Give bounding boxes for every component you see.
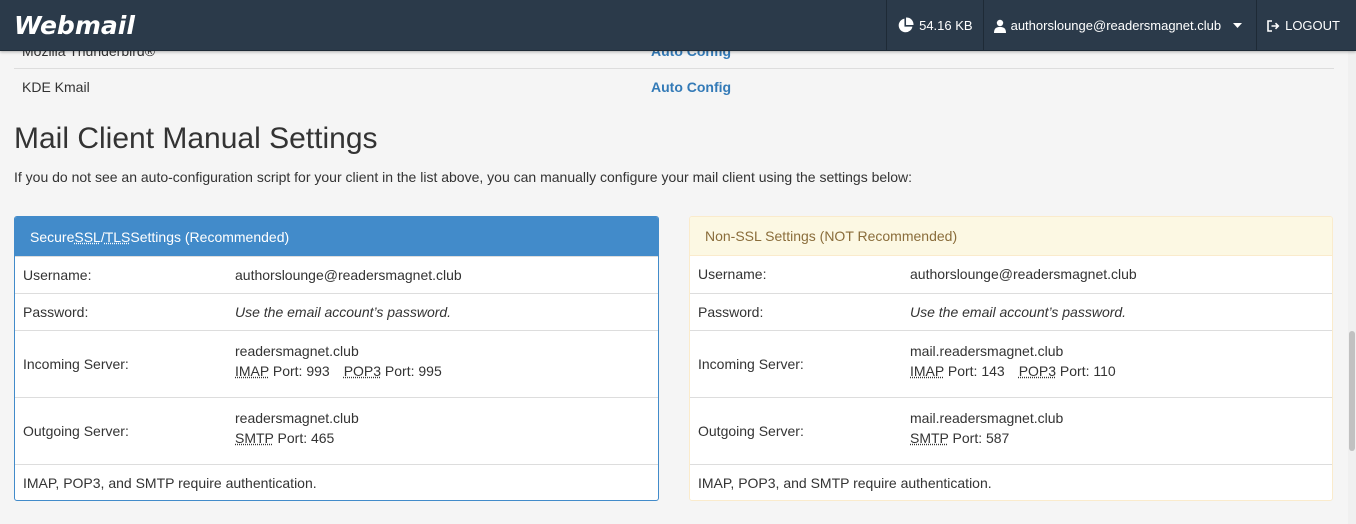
pop3-port: Port: 995 — [381, 363, 442, 379]
outgoing-ports: SMTP Port: 465 — [235, 428, 359, 448]
auth-note-row: IMAP, POP3, and SMTP require authenticat… — [690, 464, 1332, 500]
page-title: Mail Client Manual Settings — [14, 122, 378, 155]
incoming-host: mail.readersmagnet.club — [910, 343, 1064, 359]
client-row-kmail: KDE Kmail Auto Config — [14, 68, 1334, 105]
password-row: Password: Use the email account’s passwo… — [15, 293, 658, 330]
disk-usage-indicator[interactable]: 54.16 KB — [886, 0, 983, 51]
outgoing-host: readersmagnet.club — [235, 410, 359, 426]
page-description: If you do not see an auto-configuration … — [14, 169, 913, 185]
imap-abbr: IMAP — [910, 363, 944, 379]
username-value: authorslounge@readersmagnet.club — [235, 267, 462, 283]
logout-button[interactable]: LOGOUT — [1256, 0, 1356, 51]
outgoing-label: Outgoing Server: — [698, 423, 804, 439]
smtp-abbr: SMTP — [235, 430, 274, 446]
incoming-value: readersmagnet.club IMAP Port: 993 POP3 Po… — [235, 341, 442, 381]
incoming-host: readersmagnet.club — [235, 343, 359, 359]
non-ssl-settings-panel: Non-SSL Settings (NOT Recommended) Usern… — [689, 216, 1333, 501]
top-navbar: Webmail 54.16 KB authorslounge@readersma… — [0, 0, 1356, 51]
imap-port: Port: 143 — [943, 363, 1005, 379]
logout-label: LOGOUT — [1285, 18, 1340, 33]
incoming-ports: IMAP Port: 993 POP3 Port: 995 — [235, 361, 442, 381]
incoming-value: mail.readersmagnet.club IMAP Port: 143 PO… — [910, 341, 1116, 381]
heading-text-post: Settings (Recommended) — [130, 228, 290, 245]
smtp-port: Port: 465 — [273, 430, 335, 446]
outgoing-label: Outgoing Server: — [23, 423, 129, 439]
incoming-label: Incoming Server: — [23, 356, 129, 372]
disk-usage-value: 54.16 KB — [919, 18, 973, 33]
scrollbar-thumb[interactable] — [1349, 331, 1355, 451]
outgoing-server-row: Outgoing Server: mail.readersmagnet.club… — [690, 397, 1332, 464]
pie-chart-icon — [897, 17, 914, 34]
outgoing-value: readersmagnet.club SMTP Port: 465 — [235, 408, 359, 448]
user-email: authorslounge@readersmagnet.club — [1010, 18, 1222, 33]
username-value: authorslounge@readersmagnet.club — [910, 266, 1137, 282]
outgoing-host: mail.readersmagnet.club — [910, 410, 1064, 426]
outgoing-server-row: Outgoing Server: readersmagnet.club SMTP… — [15, 397, 658, 464]
auto-config-link[interactable]: Auto Config — [651, 79, 731, 95]
incoming-server-row: Incoming Server: mail.readersmagnet.club… — [690, 330, 1332, 397]
pop3-abbr: POP3 — [1018, 363, 1057, 379]
user-icon — [993, 19, 1006, 33]
password-label: Password: — [698, 304, 764, 320]
panel-heading: Non-SSL Settings (NOT Recommended) — [690, 217, 1332, 256]
password-label: Password: — [23, 304, 89, 320]
smtp-port: Port: 587 — [948, 430, 1010, 446]
password-row: Password: Use the email account’s passwo… — [690, 293, 1332, 330]
user-menu-toggle[interactable]: authorslounge@readersmagnet.club — [982, 0, 1257, 51]
chevron-down-icon — [1233, 23, 1243, 28]
outgoing-value: mail.readersmagnet.club SMTP Port: 587 — [910, 408, 1063, 448]
password-value: Use the email account’s password. — [910, 304, 1127, 320]
auth-note-row: IMAP, POP3, and SMTP require authenticat… — [15, 464, 658, 500]
pop3-port: Port: 110 — [1056, 363, 1116, 379]
navbar-right: 54.16 KB authorslounge@readersmagnet.clu… — [886, 0, 1356, 51]
username-label: Username: — [698, 266, 767, 282]
username-row: Username: authorslounge@readersmagnet.cl… — [690, 256, 1332, 293]
auth-note: IMAP, POP3, and SMTP require authenticat… — [698, 475, 992, 491]
webmail-logo[interactable]: Webmail — [14, 11, 135, 40]
imap-port: Port: 993 — [268, 363, 330, 379]
ssl-abbr: SSL — [74, 228, 101, 245]
panel-heading: Secure SSL / TLS Settings (Recommended) — [15, 217, 658, 256]
incoming-server-row: Incoming Server: readersmagnet.club IMAP… — [15, 330, 658, 397]
outgoing-ports: SMTP Port: 587 — [910, 428, 1063, 448]
username-label: Username: — [23, 267, 92, 283]
heading-text-pre: Secure — [30, 228, 75, 245]
imap-abbr: IMAP — [235, 363, 269, 379]
pop3-abbr: POP3 — [343, 363, 382, 379]
smtp-abbr: SMTP — [910, 430, 949, 446]
password-value: Use the email account’s password. — [235, 304, 452, 320]
tls-abbr: TLS — [104, 228, 131, 245]
page-scrollbar[interactable] — [1348, 51, 1356, 524]
username-row: Username: authorslounge@readersmagnet.cl… — [15, 256, 658, 293]
incoming-label: Incoming Server: — [698, 356, 804, 372]
auth-note: IMAP, POP3, and SMTP require authenticat… — [23, 475, 317, 491]
client-name: KDE Kmail — [22, 79, 90, 95]
ssl-settings-panel: Secure SSL / TLS Settings (Recommended) Us… — [14, 216, 659, 501]
incoming-ports: IMAP Port: 143 POP3 Port: 110 — [910, 361, 1116, 381]
sign-out-icon — [1267, 19, 1280, 32]
